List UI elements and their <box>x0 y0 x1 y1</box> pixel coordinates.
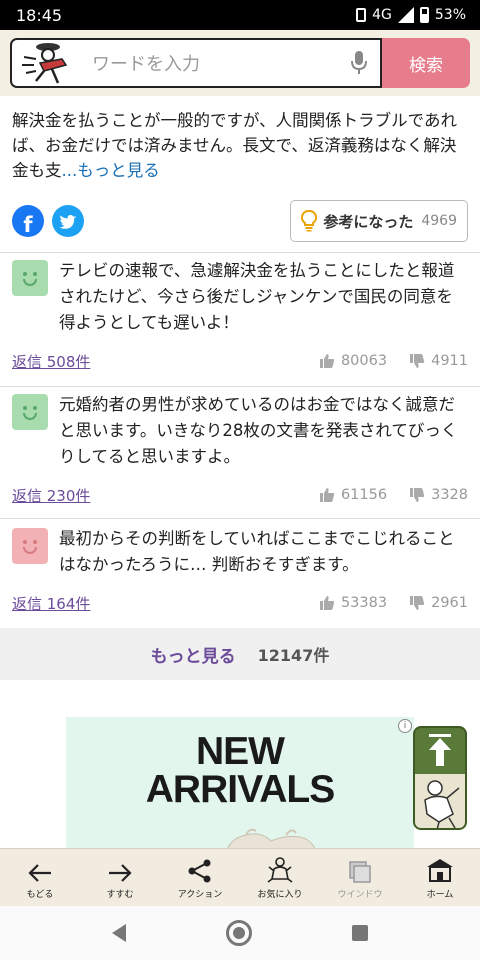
reply-link[interactable]: 返信 230件 <box>12 485 90 506</box>
browser-toolbar: もどる すすむ アクション お気に入り ウインドウ ホーム <box>0 848 480 906</box>
thumbs-up-icon[interactable] <box>319 353 335 369</box>
divider <box>0 386 480 387</box>
thumbs-down-icon[interactable] <box>409 353 425 369</box>
facebook-icon[interactable]: f <box>12 205 44 237</box>
comment-meta: 返信 230件 61156 3328 <box>12 484 468 506</box>
shoe-image <box>227 828 316 848</box>
comment-text: 元婚約者の男性が求めているのはお金ではなく誠意だと思います。いきなり28枚の文書… <box>59 395 458 466</box>
status-bar: 18:45 4G 53% <box>0 0 480 30</box>
action-button[interactable]: アクション <box>160 849 240 906</box>
status-time: 18:45 <box>16 5 63 25</box>
battery-icon <box>419 7 429 23</box>
battery-level: 53% <box>434 7 466 23</box>
app-logo-icon <box>22 43 68 84</box>
ad-info-icon[interactable]: i <box>398 719 412 733</box>
ad-headline-line1: NEW <box>196 730 285 773</box>
home-icon <box>427 859 453 882</box>
share-icon <box>188 859 211 883</box>
window-icon <box>349 861 371 883</box>
helpful-button[interactable]: 参考になった 4969 <box>290 200 468 242</box>
vote-counts: 80063 4911 <box>319 353 468 369</box>
nav-home-icon[interactable] <box>226 920 252 946</box>
dislike-count: 2961 <box>431 595 468 611</box>
search-placeholder: ワードを入力 <box>92 54 200 75</box>
like-count: 80063 <box>340 353 388 369</box>
thumbs-up-icon[interactable] <box>319 595 335 611</box>
back-arrow-icon <box>28 864 51 882</box>
toolbar-label: アクション <box>177 890 223 900</box>
divider <box>0 518 480 519</box>
like-count: 53383 <box>340 595 388 611</box>
avatar-smile-icon <box>12 260 48 296</box>
comment-item: 元婚約者の男性が求めているのはお金ではなく誠意だと思います。いきなり28枚の文書… <box>12 392 468 518</box>
network-type: 4G <box>372 7 392 23</box>
toolbar-label: お気に入り <box>257 890 303 900</box>
home-button[interactable]: ホーム <box>400 849 480 906</box>
avatar-smile-icon <box>12 528 48 564</box>
share-row: f 参考になった 4969 <box>12 198 468 244</box>
up-arrow-icon <box>429 734 451 766</box>
total-comment-count: 12147件 <box>257 646 330 665</box>
nav-back-icon[interactable] <box>112 924 126 942</box>
divider <box>0 252 480 253</box>
reply-link[interactable]: 返信 508件 <box>12 351 90 372</box>
window-button[interactable]: ウインドウ <box>320 849 400 906</box>
ad-headline: NEW ARRIVALS <box>66 730 414 811</box>
back-button[interactable]: もどる <box>0 849 80 906</box>
scroll-to-top-button[interactable] <box>413 726 467 830</box>
forward-button[interactable]: すすむ <box>80 849 160 906</box>
thumbs-down-icon[interactable] <box>409 595 425 611</box>
dislike-count: 4911 <box>431 353 468 369</box>
dislike-count: 3328 <box>431 487 468 503</box>
helpful-label: 参考になった <box>323 212 414 231</box>
comment-meta: 返信 164件 53383 2961 <box>12 592 468 614</box>
toolbar-label: すすむ <box>106 890 134 900</box>
more-comments-link[interactable]: もっと見る <box>151 642 236 667</box>
nav-recents-icon[interactable] <box>352 925 368 941</box>
comment-item: テレビの速報で、急遽解決金を払うことにしたと報道されたけど、今さら後だしジャンケ… <box>12 258 468 384</box>
signal-icon <box>397 7 414 23</box>
system-nav-bar <box>0 906 480 960</box>
comment-item: 最初からその判断をしていればここまでこじれることはなかったろうに… 判断おそすぎ… <box>12 526 468 622</box>
toolbar-label: ホーム <box>426 890 454 900</box>
vibrate-icon <box>356 8 367 22</box>
vote-counts: 61156 3328 <box>319 487 468 503</box>
comment-meta: 返信 508件 80063 4911 <box>12 350 468 372</box>
lightbulb-icon <box>301 210 318 232</box>
toolbar-label: ウインドウ <box>337 890 383 900</box>
more-comments-bar[interactable]: もっと見る 12147件 <box>0 628 480 680</box>
mascot-icon <box>424 780 460 828</box>
favorites-button[interactable]: お気に入り <box>240 849 320 906</box>
ad-headline-line2: ARRIVALS <box>145 768 335 811</box>
twitter-icon[interactable] <box>52 205 84 237</box>
helpful-count: 4969 <box>421 213 457 229</box>
frog-icon <box>267 857 293 883</box>
search-bar: ワードを入力 検索 <box>0 30 480 96</box>
status-icons: 4G 53% <box>356 7 466 23</box>
vote-counts: 53383 2961 <box>319 595 468 611</box>
avatar-smile-icon <box>12 394 48 430</box>
forward-arrow-icon <box>109 864 132 882</box>
toolbar-label: もどる <box>26 890 54 900</box>
microphone-icon[interactable] <box>350 50 368 76</box>
ad-banner[interactable]: NEW ARRIVALS i <box>66 717 414 848</box>
like-count: 61156 <box>340 487 388 503</box>
ad-area: NEW ARRIVALS i <box>0 680 480 848</box>
search-button[interactable]: 検索 <box>382 38 470 88</box>
article-snippet: 解決金を払うことが一般的ですが、人間関係トラブルであれば、お金だけでは済みません… <box>12 108 470 183</box>
thumbs-up-icon[interactable] <box>319 487 335 503</box>
thumbs-down-icon[interactable] <box>409 487 425 503</box>
reply-link[interactable]: 返信 164件 <box>12 593 90 614</box>
comment-text: テレビの速報で、急遽解決金を払うことにしたと報道されたけど、今さら後だしジャンケ… <box>59 261 455 332</box>
search-input[interactable]: ワードを入力 <box>10 38 382 88</box>
read-more-link[interactable]: ...もっと見る <box>62 161 160 180</box>
comment-text: 最初からその判断をしていればここまでこじれることはなかったろうに… 判断おそすぎ… <box>59 529 455 574</box>
